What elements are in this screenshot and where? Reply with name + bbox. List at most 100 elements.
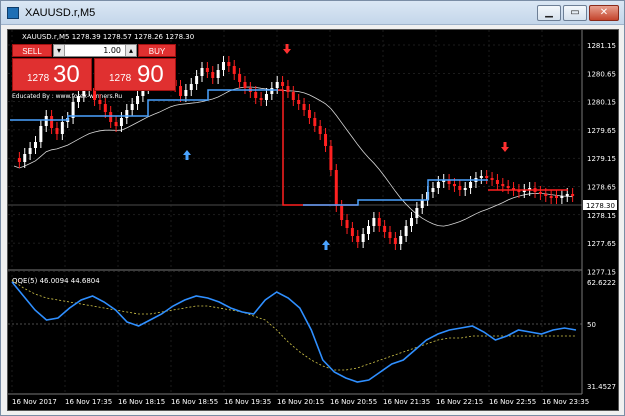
price-tick-label: 1277.15 [587,268,616,276]
candle-body [356,236,360,242]
candle-body [367,226,371,234]
candle-body [350,228,354,236]
price-tick-label: 1279.15 [587,155,616,163]
lot-size-stepper[interactable]: ▾ 1.00 ▴ [53,44,137,57]
buy-price[interactable]: 1278 90 [94,58,176,91]
terminal-window: XAUUSD.r,M5 ▁ ▭ ✕ XAUUSD.r,M5 1278.39 12… [0,0,625,416]
candle-body [136,96,140,104]
qqe-slow-line [11,279,576,371]
candle-body [33,142,37,148]
candle-body [318,126,322,134]
candle-body [264,94,268,100]
candle-body [200,68,204,76]
buy-button[interactable]: BUY [138,44,176,57]
candle-body [549,196,553,198]
candle-body [184,90,188,96]
candle-body [458,186,462,190]
minimize-icon: ▁ [545,7,553,18]
candle-body [50,116,54,128]
candle-body [345,220,349,228]
maximize-icon: ▭ [570,7,580,18]
candle-body [281,82,285,86]
candle-body [415,208,419,218]
candle-body [324,134,328,146]
time-tick-label: 16 Nov 23:35 [542,398,589,406]
candle-body [221,62,225,70]
sell-price-major: 1278 [27,73,50,84]
candle-body [17,158,21,162]
candle-body [383,226,387,232]
candle-body [103,104,107,112]
sell-price-minor: 30 [53,61,80,88]
candle-body [98,100,102,104]
candle-body [259,98,263,100]
candle-body [361,234,365,242]
close-button[interactable]: ✕ [589,5,619,21]
candle-body [189,84,193,90]
candle-body [485,176,489,178]
candle-body [195,76,199,84]
chart-icon [7,7,19,19]
sell-signal-arrow-icon [501,142,509,152]
price-chart[interactable]: XAUUSD.r,M5 1278.39 1278.57 1278.26 1278… [7,29,619,411]
candle-body [452,184,456,186]
candle-body [463,188,467,190]
one-click-trading-panel: SELL ▾ 1.00 ▴ BUY 1278 30 1278 90 [12,44,176,92]
candle-body [205,68,209,72]
lot-decrease-button[interactable]: ▾ [54,45,65,56]
time-tick-label: 16 Nov 18:55 [171,398,218,406]
candle-body [469,182,473,188]
candle-body [409,218,413,226]
time-tick-label: 16 Nov 21:35 [383,398,430,406]
price-tick-label: 1279.65 [587,127,616,135]
candle-body [340,206,344,220]
window-title: XAUUSD.r,M5 [25,7,96,19]
candle-body [238,74,242,82]
candle-body [44,116,48,126]
qqe-fast-line [11,281,577,383]
candle-body [270,88,274,94]
candle-body [388,232,392,238]
maximize-button[interactable]: ▭ [563,5,587,21]
candle-body [254,92,258,98]
candle-body [286,86,290,92]
sell-button[interactable]: SELL [12,44,52,57]
time-tick-label: 16 Nov 19:35 [224,398,271,406]
candle-body [23,154,27,162]
candle-body [436,182,440,188]
price-tick-label: 1281.15 [587,42,616,50]
lot-increase-button[interactable]: ▴ [125,45,136,56]
candle-body [555,196,559,198]
candle-body [76,96,80,102]
qqe-tick-label: 62.6222 [587,279,616,287]
sell-price[interactable]: 1278 30 [12,58,92,91]
buy-signal-arrow-icon [183,150,191,160]
candle-body [60,122,64,134]
candle-body [490,178,494,180]
candle-body [109,112,113,122]
candle-body [565,194,569,196]
symbol-info: XAUUSD.r,M5 1278.39 1278.57 1278.26 1278… [22,33,194,41]
title-bar[interactable]: XAUUSD.r,M5 ▁ ▭ ✕ [1,1,624,25]
candle-body [275,82,279,88]
candle-body [329,146,333,170]
candle-body [28,148,32,154]
candle-body [179,86,183,96]
candle-body [216,70,220,78]
candle-body [302,104,306,110]
price-tick-label: 1280.65 [587,70,616,78]
minimize-button[interactable]: ▁ [537,5,561,21]
candle-body [372,218,376,226]
candle-body [227,62,231,66]
candle-body [571,194,575,196]
candle-body [399,236,403,244]
candle-body [119,118,123,126]
candle-body [39,126,43,142]
time-tick-label: 16 Nov 20:15 [277,398,324,406]
candle-body [538,192,542,194]
qqe-tick-label: 50 [587,321,596,329]
candle-body [291,92,295,100]
candle-body [55,128,59,134]
lot-size-input[interactable]: 1.00 [66,45,124,56]
candle-body [544,194,548,196]
